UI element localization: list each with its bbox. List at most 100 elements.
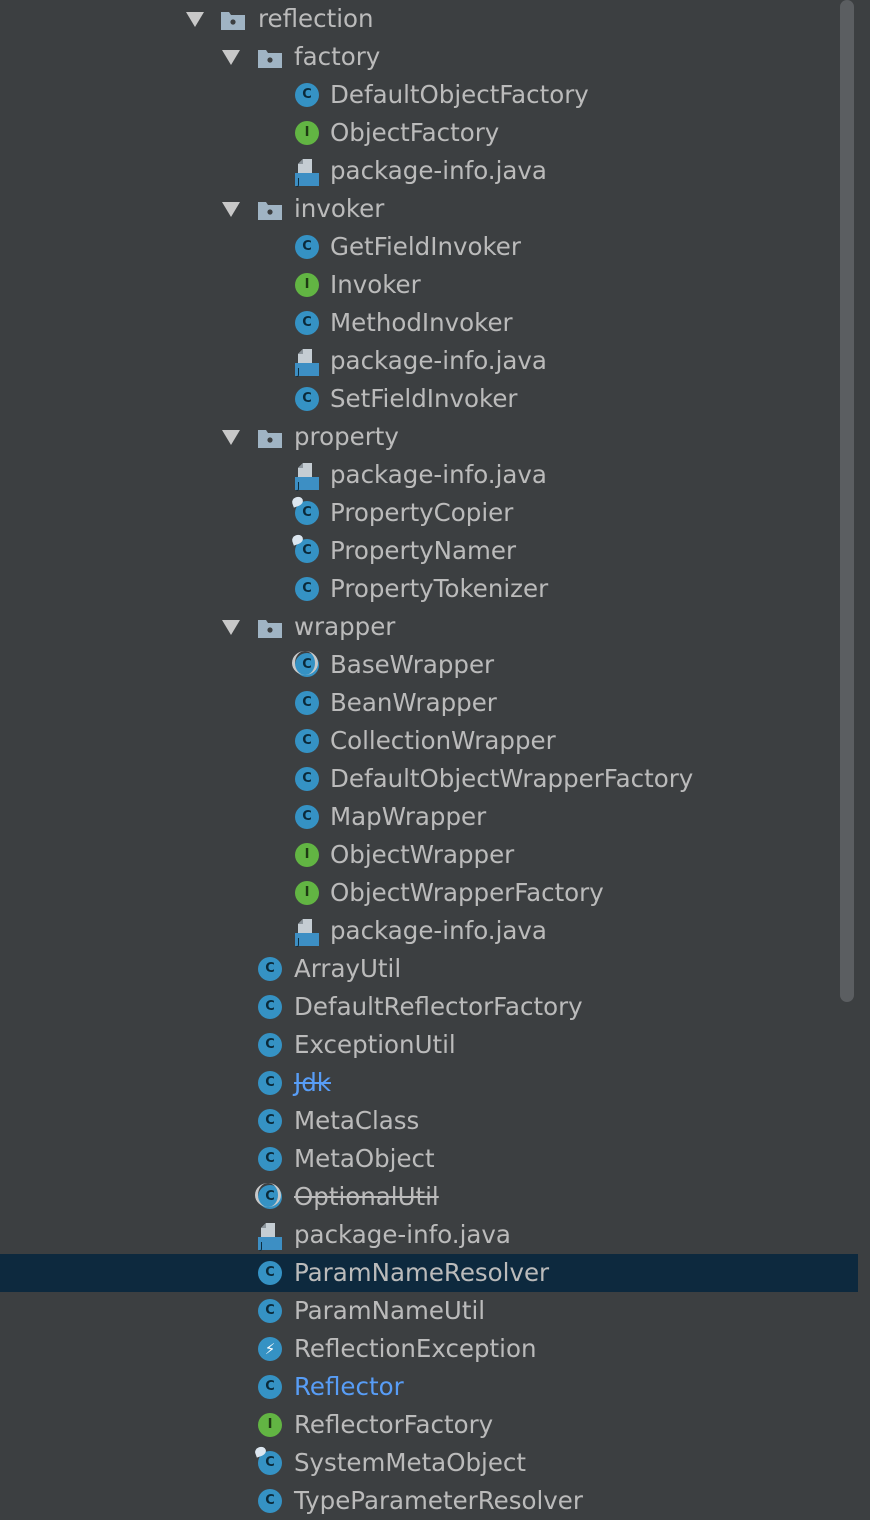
tree-item-row[interactable]: Jpackage-info.java xyxy=(0,912,858,950)
class-icon: C xyxy=(257,1032,283,1058)
interface-icon: I xyxy=(294,842,320,868)
svg-text:J: J xyxy=(296,481,300,492)
class-icon: C xyxy=(294,310,320,336)
class-icon: C xyxy=(257,1070,283,1096)
static-class-icon: C xyxy=(290,495,320,526)
tree-item-row[interactable]: C ArrayUtil xyxy=(0,950,858,988)
abstract-class-icon: C xyxy=(255,1183,283,1210)
tree-item-row[interactable]: C PropertyTokenizer xyxy=(0,570,858,608)
tree-item-row[interactable]: C MapWrapper xyxy=(0,798,858,836)
tree-item-label: package-info.java xyxy=(330,460,547,489)
tree-item-label: package-info.java xyxy=(330,346,547,375)
tree-item-row[interactable]: C DefaultObjectFactory xyxy=(0,76,858,114)
static-class-icon: C xyxy=(253,1445,283,1476)
tree-item-label: property xyxy=(294,422,399,451)
tree-item-label: reflection xyxy=(258,4,374,33)
package-folder-icon xyxy=(220,6,246,32)
tree-item-row[interactable]: I ReflectorFactory xyxy=(0,1406,858,1444)
expand-arrow-icon[interactable] xyxy=(222,50,240,65)
tree-item-label: MethodInvoker xyxy=(330,308,513,337)
vertical-scrollbar[interactable] xyxy=(840,0,854,1002)
tree-item-row[interactable]: C PropertyCopier xyxy=(0,494,858,532)
tree-folder-row[interactable]: property xyxy=(0,418,858,456)
svg-text:J: J xyxy=(259,1241,263,1252)
tree-item-row[interactable]: C ParamNameUtil xyxy=(0,1292,858,1330)
tree-item-row[interactable]: C ParamNameResolver xyxy=(0,1254,858,1292)
tree-item-row[interactable]: C ExceptionUtil xyxy=(0,1026,858,1064)
class-icon: C xyxy=(294,386,320,412)
tree-item-row[interactable]: C BaseWrapper xyxy=(0,646,858,684)
tree-folder-row[interactable]: factory xyxy=(0,38,858,76)
java-file-icon: J xyxy=(294,158,320,188)
svg-text:J: J xyxy=(296,177,300,188)
tree-item-label: Reflector xyxy=(294,1372,404,1401)
tree-item-row[interactable]: C Reflector xyxy=(0,1368,858,1406)
tree-item-label: ObjectFactory xyxy=(330,118,500,147)
tree-item-row[interactable]: C DefaultObjectWrapperFactory xyxy=(0,760,858,798)
tree-item-row[interactable]: C TypeParameterResolver xyxy=(0,1482,858,1520)
tree-item-label: wrapper xyxy=(294,612,396,641)
tree-item-row[interactable]: C Jdk xyxy=(0,1064,858,1102)
tree-item-label: SetFieldInvoker xyxy=(330,384,518,413)
tree-item-label: SystemMetaObject xyxy=(294,1448,526,1477)
tree-item-label: GetFieldInvoker xyxy=(330,232,521,261)
tree-item-label: ExceptionUtil xyxy=(294,1030,456,1059)
tree-item-label: ReflectionException xyxy=(294,1334,537,1363)
tree-item-label: ObjectWrapperFactory xyxy=(330,878,604,907)
svg-text:J: J xyxy=(296,937,300,948)
svg-text:J: J xyxy=(296,367,300,378)
tree-item-label: ObjectWrapper xyxy=(330,840,515,869)
tree-item-row[interactable]: C SystemMetaObject xyxy=(0,1444,858,1482)
class-icon: C xyxy=(294,728,320,754)
tree-item-label: PropertyNamer xyxy=(330,536,517,565)
tree-item-row[interactable]: Jpackage-info.java xyxy=(0,456,858,494)
tree-item-row[interactable]: C MethodInvoker xyxy=(0,304,858,342)
exception-class-icon: ⚡ xyxy=(257,1336,283,1362)
tree-item-label: factory xyxy=(294,42,381,71)
interface-icon: I xyxy=(294,120,320,146)
package-folder-icon xyxy=(257,614,283,640)
tree-item-row[interactable]: I Invoker xyxy=(0,266,858,304)
tree-item-label: DefaultObjectFactory xyxy=(330,80,589,109)
tree-item-label: ParamNameUtil xyxy=(294,1296,486,1325)
tree-folder-row[interactable]: reflection xyxy=(0,0,858,38)
tree-item-row[interactable]: C SetFieldInvoker xyxy=(0,380,858,418)
tree-item-label: ParamNameResolver xyxy=(294,1258,550,1287)
tree-item-row[interactable]: C CollectionWrapper xyxy=(0,722,858,760)
tree-item-row[interactable]: Jpackage-info.java xyxy=(0,152,858,190)
static-class-icon: C xyxy=(290,533,320,564)
tree-item-row[interactable]: C PropertyNamer xyxy=(0,532,858,570)
tree-item-row[interactable]: C DefaultReflectorFactory xyxy=(0,988,858,1026)
class-icon: C xyxy=(294,82,320,108)
interface-icon: I xyxy=(257,1412,283,1438)
expand-arrow-icon[interactable] xyxy=(222,202,240,217)
tree-item-row[interactable]: C GetFieldInvoker xyxy=(0,228,858,266)
tree-item-label: CollectionWrapper xyxy=(330,726,556,755)
class-icon: C xyxy=(257,1488,283,1514)
expand-arrow-icon[interactable] xyxy=(222,620,240,635)
tree-item-label: ReflectorFactory xyxy=(294,1410,494,1439)
java-file-icon: J xyxy=(294,462,320,492)
class-icon: C xyxy=(257,1146,283,1172)
tree-item-row[interactable]: I ObjectFactory xyxy=(0,114,858,152)
expand-arrow-icon[interactable] xyxy=(186,12,204,27)
tree-item-row[interactable]: C MetaObject xyxy=(0,1140,858,1178)
tree-folder-row[interactable]: wrapper xyxy=(0,608,858,646)
tree-item-label: package-info.java xyxy=(330,156,547,185)
tree-folder-row[interactable]: invoker xyxy=(0,190,858,228)
tree-item-row[interactable]: C MetaClass xyxy=(0,1102,858,1140)
tree-item-label: MetaClass xyxy=(294,1106,420,1135)
class-icon: C xyxy=(294,690,320,716)
interface-icon: I xyxy=(294,272,320,298)
tree-item-row[interactable]: Jpackage-info.java xyxy=(0,342,858,380)
class-icon: C xyxy=(257,1108,283,1134)
tree-item-row[interactable]: C OptionalUtil xyxy=(0,1178,858,1216)
tree-item-row[interactable]: Jpackage-info.java xyxy=(0,1216,858,1254)
tree-item-row[interactable]: I ObjectWrapperFactory xyxy=(0,874,858,912)
expand-arrow-icon[interactable] xyxy=(222,430,240,445)
class-icon: C xyxy=(257,1374,283,1400)
tree-item-row[interactable]: ⚡ ReflectionException xyxy=(0,1330,858,1368)
tree-item-label: BeanWrapper xyxy=(330,688,497,717)
tree-item-row[interactable]: C BeanWrapper xyxy=(0,684,858,722)
tree-item-row[interactable]: I ObjectWrapper xyxy=(0,836,858,874)
